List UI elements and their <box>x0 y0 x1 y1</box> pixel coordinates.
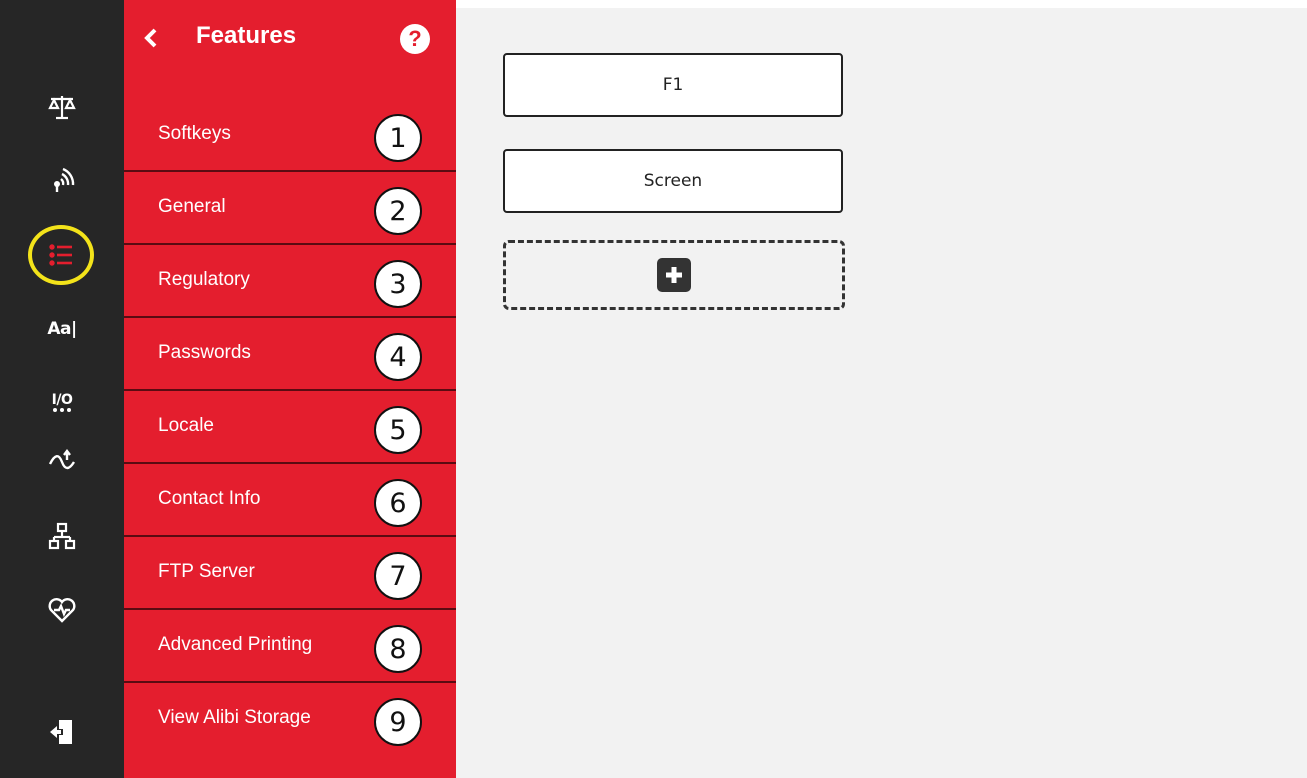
callout-number-badge: 3 <box>374 260 422 308</box>
softkey-screen-button[interactable]: Screen <box>503 149 843 213</box>
back-button[interactable] <box>138 20 164 56</box>
callout-number-badge: 1 <box>374 114 422 162</box>
callout-number-badge: 5 <box>374 406 422 454</box>
page-title: Features <box>196 22 297 49</box>
menu-item-label: Regulatory <box>158 269 250 290</box>
menu-item-label: Passwords <box>158 342 251 363</box>
io-icon-label: I/O <box>51 392 73 408</box>
app-window: Aa| I/O Features ? Softkeys 1 General 2 … <box>0 0 1307 778</box>
io-icon[interactable]: I/O <box>42 383 82 423</box>
panel-header: Features ? <box>124 0 456 76</box>
menu-item-passwords[interactable]: Passwords 4 <box>124 318 456 391</box>
add-softkey-zone[interactable] <box>503 240 845 310</box>
help-button[interactable]: ? <box>400 24 430 54</box>
menu-item-ftp-server[interactable]: FTP Server 7 <box>124 537 456 610</box>
callout-number-badge: 9 <box>374 698 422 746</box>
network-icon[interactable] <box>42 517 82 557</box>
text-format-icon-label: Aa| <box>47 319 77 339</box>
callout-number-badge: 8 <box>374 625 422 673</box>
plus-icon <box>666 267 682 283</box>
transfer-icon[interactable] <box>42 441 82 481</box>
softkey-label: Screen <box>643 171 703 191</box>
menu-item-label: View Alibi Storage <box>158 707 311 728</box>
menu-item-label: Softkeys <box>158 123 231 144</box>
callout-number-badge: 7 <box>374 552 422 600</box>
menu-item-contact-info[interactable]: Contact Info 6 <box>124 464 456 537</box>
softkey-f1-button[interactable]: F1 <box>503 53 843 117</box>
icon-rail: Aa| I/O <box>0 0 124 778</box>
menu-item-general[interactable]: General 2 <box>124 172 456 245</box>
menu-item-label: Contact Info <box>158 488 261 509</box>
softkey-label: F1 <box>662 75 684 95</box>
features-panel: Features ? Softkeys 1 General 2 Regulatory 3 P… <box>124 0 456 778</box>
callout-number-badge: 4 <box>374 333 422 381</box>
menu-item-regulatory[interactable]: Regulatory 3 <box>124 245 456 318</box>
scale-icon[interactable] <box>42 87 82 127</box>
menu-item-view-alibi-storage[interactable]: View Alibi Storage 9 <box>124 683 456 756</box>
menu-item-locale[interactable]: Locale 5 <box>124 391 456 464</box>
softkeys-editor: F1 Screen <box>456 8 1307 778</box>
callout-number-badge: 2 <box>374 187 422 235</box>
text-format-icon[interactable]: Aa| <box>42 309 82 349</box>
chevron-left-icon <box>144 28 157 48</box>
menu-item-label: Locale <box>158 415 214 436</box>
add-softkey-button[interactable] <box>657 258 691 292</box>
wireless-icon[interactable] <box>42 160 82 200</box>
logout-icon[interactable] <box>42 712 82 752</box>
menu-item-advanced-printing[interactable]: Advanced Printing 8 <box>124 610 456 683</box>
menu-item-label: Advanced Printing <box>158 634 313 655</box>
menu-item-label: FTP Server <box>158 561 255 582</box>
features-list-icon[interactable] <box>42 235 82 275</box>
menu-item-softkeys[interactable]: Softkeys 1 <box>124 99 456 172</box>
health-icon[interactable] <box>42 590 82 630</box>
menu-item-label: General <box>158 196 226 217</box>
features-menu: Softkeys 1 General 2 Regulatory 3 Passwords 4 Lo… <box>124 99 456 756</box>
help-icon: ? <box>408 26 422 51</box>
callout-number-badge: 6 <box>374 479 422 527</box>
